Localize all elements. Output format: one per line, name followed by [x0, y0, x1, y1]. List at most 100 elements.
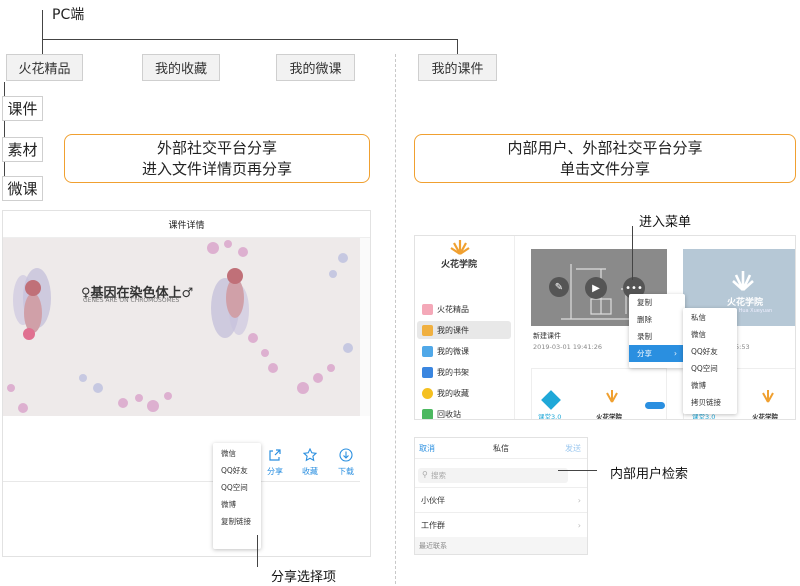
tree-connector [42, 10, 43, 40]
divider [3, 481, 360, 482]
right-note-line: 单击文件分享 [559, 159, 650, 178]
panel-title: 私信 [493, 444, 509, 453]
search-input[interactable]: ⚲ 搜索 [418, 468, 568, 483]
menu-delete[interactable]: 删除 [629, 311, 685, 328]
left-note: 外部社交平台分享 进入文件详情页再分享 [64, 134, 370, 183]
share-submenu: 私信 微信 QQ好友 QQ空间 微博 拷贝链接 [683, 308, 737, 414]
share-options-annotation: 分享选择项 [271, 570, 337, 585]
fly-left-drawing [13, 268, 51, 340]
tab-my-courseware[interactable]: 我的课件 [418, 54, 497, 81]
share-icon [269, 449, 281, 461]
menu-record[interactable]: 录制 [629, 328, 685, 345]
sidebar-item-bookshelf[interactable]: 我的书架 [417, 363, 511, 381]
menu-copy[interactable]: 复制 [629, 294, 685, 311]
download-action-label: 下载 [338, 467, 354, 476]
share-action[interactable]: 分享 [265, 447, 285, 477]
courseware-detail-screen: 课件详情 ♀基因在染色体上♂ GENES ARE ON CHROMOSOMES … [2, 210, 371, 557]
enter-menu-annotation: 进入菜单 [639, 215, 692, 230]
tab-huohua-jingpin[interactable]: 火花精品 [6, 54, 83, 81]
submenu-qq-zone[interactable]: QQ空间 [683, 360, 737, 377]
sidebar-item-label: 火花精品 [437, 304, 469, 314]
search-icon: ⚲ [422, 470, 428, 479]
menu-share-label: 分享 [637, 349, 652, 358]
home-icon [422, 324, 433, 336]
menu-share[interactable]: 分享 › [629, 345, 685, 362]
root-label: PC端 [52, 7, 85, 23]
left-item-courseware[interactable]: 课件 [2, 96, 43, 121]
banner-edge [360, 238, 370, 416]
sidebar-item-label: 我的微课 [437, 346, 469, 356]
sidebar-item-my-microcourse[interactable]: 我的微课 [417, 342, 511, 360]
sidebar-item-label: 我的书架 [437, 367, 469, 377]
card-brand-label: 火花学院 [752, 413, 778, 420]
tab-my-microcourses[interactable]: 我的微课 [276, 54, 355, 81]
sidebar-item-trash[interactable]: 回收站 [417, 405, 511, 419]
card-brand-label: 火花学院 [596, 413, 622, 420]
left-item-microcourse[interactable]: 微课 [2, 176, 43, 201]
share-weibo[interactable]: 微博 [213, 496, 261, 513]
search-placeholder: 搜索 [431, 471, 446, 480]
submenu-weibo[interactable]: 微博 [683, 377, 737, 394]
tab-my-favorites[interactable]: 我的收藏 [142, 54, 220, 81]
huohua-logo-icon [606, 390, 618, 403]
left-item-materials[interactable]: 素材 [2, 137, 43, 162]
share-qq-zone[interactable]: QQ空间 [213, 479, 261, 496]
play-icon[interactable]: ▶ [585, 277, 607, 299]
annotation-line [632, 226, 633, 280]
submenu-qq-friend[interactable]: QQ好友 [683, 343, 737, 360]
submenu-private-message[interactable]: 私信 [683, 309, 737, 326]
recent-section-header: 最近联系 [415, 537, 587, 554]
submenu-copy-link[interactable]: 拷贝链接 [683, 394, 737, 411]
share-qq-friend[interactable]: QQ好友 [213, 462, 261, 479]
favorite-action[interactable]: 收藏 [300, 447, 320, 477]
fly-right-drawing [211, 268, 249, 338]
right-note-line: 内部用户、外部社交平台分享 [507, 138, 703, 157]
left-note-line: 进入文件详情页再分享 [141, 159, 292, 178]
send-button[interactable]: 发送 [565, 443, 581, 454]
banner-subtitle: GENES ARE ON CHROMOSOMES [83, 297, 180, 304]
detail-title: 课件详情 [3, 211, 370, 238]
card-class-label: 课堂3.0 [538, 413, 562, 420]
download-action[interactable]: 下载 [336, 447, 356, 477]
user-search-annotation: 内部用户检索 [610, 467, 689, 482]
context-menu: 复制 删除 录制 分享 › [629, 294, 685, 368]
share-options-menu: 微信 QQ好友 QQ空间 微博 复制链接 [213, 443, 261, 549]
sidebar-item-label: 回收站 [437, 409, 461, 419]
sidebar-item-my-courseware[interactable]: 我的课件 [417, 321, 511, 339]
huohua-logo-icon [762, 390, 774, 403]
left-note-line: 外部社交平台分享 [156, 138, 277, 157]
share-action-label: 分享 [267, 467, 283, 476]
chevron-right-icon: › [577, 520, 581, 530]
chevron-right-icon: › [674, 349, 677, 358]
banner-art [7, 240, 353, 413]
course-banner: ♀基因在染色体上♂ GENES ARE ON CHROMOSOMES [3, 238, 360, 416]
download-icon [339, 448, 353, 462]
card-date: 2019-03-01 19:41:26 [533, 343, 603, 351]
annotation-line [257, 535, 258, 567]
course-card-bottom-left[interactable]: 课堂3.0 火花学院 [531, 368, 667, 420]
contact-row[interactable]: 小伙伴 › [415, 487, 587, 512]
submenu-wechat[interactable]: 微信 [683, 326, 737, 343]
sidebar: 火花学院 火花精品 我的课件 我的微课 我的书架 我的收藏 回收站 [415, 236, 515, 419]
huohua-logo-icon [732, 271, 754, 291]
right-note: 内部用户、外部社交平台分享 单击文件分享 [414, 134, 796, 183]
sidebar-item-huohua[interactable]: 火花精品 [417, 300, 511, 318]
edit-icon[interactable]: ✎ [549, 277, 569, 297]
private-message-panel: 取消 私信 发送 ⚲ 搜索 小伙伴 › 工作群 › 最近联系 [414, 437, 588, 555]
progress-pill [645, 402, 665, 409]
share-wechat[interactable]: 微信 [213, 445, 261, 462]
sidebar-item-favorites[interactable]: 我的收藏 [417, 384, 511, 402]
trash-icon [422, 408, 433, 419]
sidebar-item-label: 我的课件 [437, 325, 469, 335]
card-name: 新建课件 [533, 332, 561, 340]
share-copy-link[interactable]: 复制链接 [213, 513, 261, 530]
video-icon [422, 345, 433, 357]
contact-row-label: 工作群 [421, 520, 445, 530]
tree-connector [42, 39, 458, 40]
favorite-action-label: 收藏 [302, 467, 318, 476]
cancel-button[interactable]: 取消 [419, 443, 435, 454]
bag-icon [422, 303, 433, 315]
chevron-right-icon: › [577, 495, 581, 505]
right-card-logo: 火花学院 [727, 298, 764, 308]
contact-row[interactable]: 工作群 › [415, 512, 587, 537]
